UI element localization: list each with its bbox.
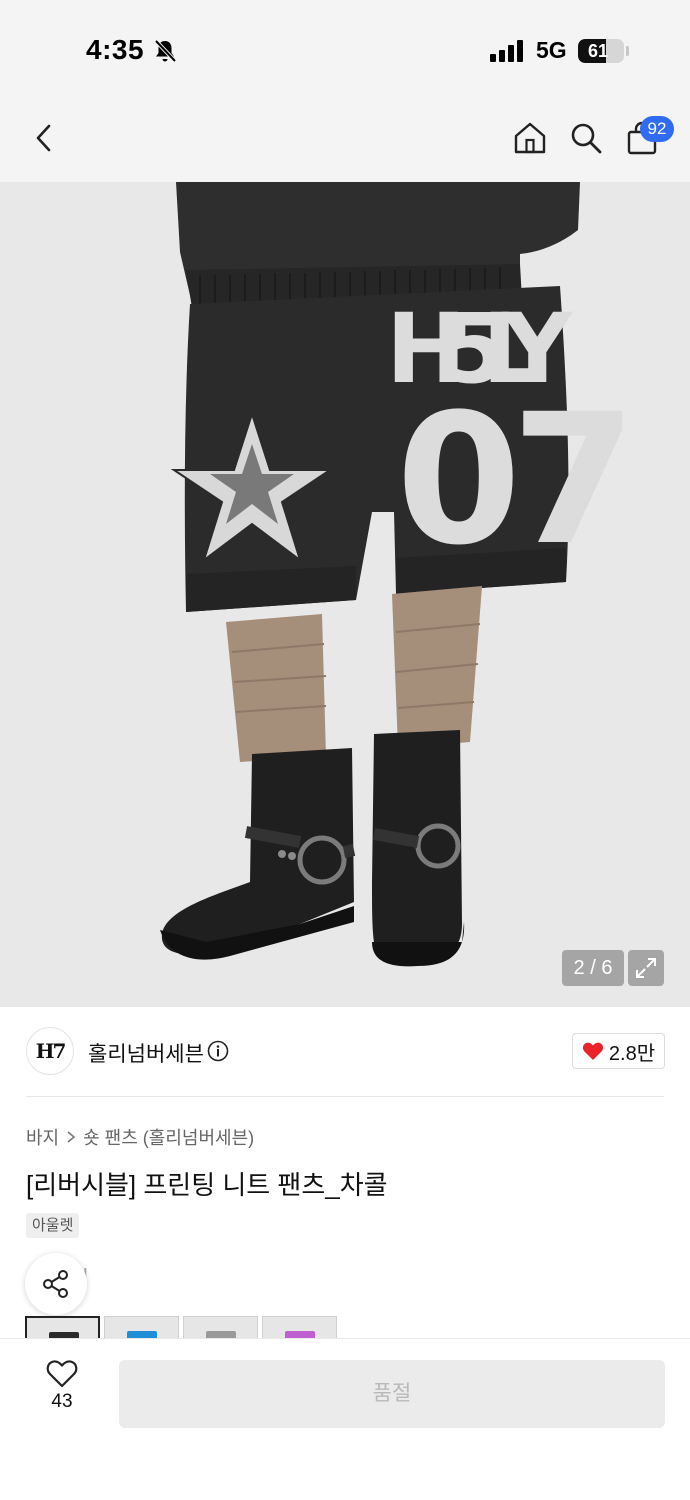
divider [26,1096,664,1097]
brand-row: H7 홀리넘버세븐 2.8만 [0,1007,690,1097]
color-thumbnail-3[interactable] [183,1316,258,1340]
battery-icon: 61 [578,39,624,63]
search-icon [571,123,602,154]
brand-like-button[interactable]: 2.8만 [572,1033,665,1069]
outlet-tag: 아울렛 [26,1213,80,1238]
breadcrumb-subcategory[interactable]: 숏 팬츠 (홀리넘버세븐) [83,1124,254,1150]
search-button[interactable] [564,116,608,160]
color-thumbnails [25,1316,337,1340]
color-thumbnail-2[interactable] [104,1316,179,1340]
product-photo-illustration: H5LY 07 [0,182,690,1007]
status-bar: 4:35 5G 61 [0,0,690,100]
bottom-bar: 43 품절 [0,1338,690,1500]
brand-logo-text: H7 [35,1039,67,1063]
home-icon [514,122,546,154]
heart-filled-icon [582,1042,603,1060]
app-header [0,100,690,182]
color-thumbnail-4[interactable] [262,1316,337,1340]
share-button[interactable] [25,1253,87,1315]
home-button[interactable] [508,116,552,160]
breadcrumb: 바지 숏 팬츠 (홀리넘버세븐) [26,1124,254,1150]
image-counter: 2 / 6 [562,950,624,986]
heart-outline-icon [46,1360,78,1388]
battery-tip [626,46,629,56]
cart-badge: 92 [640,116,674,142]
brand-like-count: 2.8만 [608,1042,656,1065]
sold-out-button[interactable]: 품절 [119,1360,665,1428]
expand-button[interactable] [628,950,664,986]
back-button[interactable] [22,116,66,160]
status-time: 4:35 [86,34,145,65]
product-title: [리버시블] 프린팅 니트 팬츠_차콜 [26,1170,388,1200]
wishlist-button[interactable]: 43 [32,1359,92,1429]
print-number: 07 [396,376,627,585]
color-thumbnail-1[interactable] [25,1316,100,1340]
battery-level: 61 [587,41,609,61]
breadcrumb-category[interactable]: 바지 [26,1124,59,1150]
brand-name[interactable]: 홀리넘버세븐 [88,1038,204,1068]
wishlist-count: 43 [51,1391,73,1412]
chevron-left-icon [36,124,51,152]
chevron-right-icon [67,1131,76,1143]
expand-icon [636,958,656,978]
bell-slash-icon [154,39,177,63]
info-icon[interactable] [207,1040,229,1062]
brand-logo[interactable]: H7 [26,1027,74,1075]
share-icon [43,1270,68,1298]
network-label: 5G [536,37,567,63]
signal-icon [490,40,523,62]
product-image[interactable]: H5LY 07 [0,182,690,1007]
